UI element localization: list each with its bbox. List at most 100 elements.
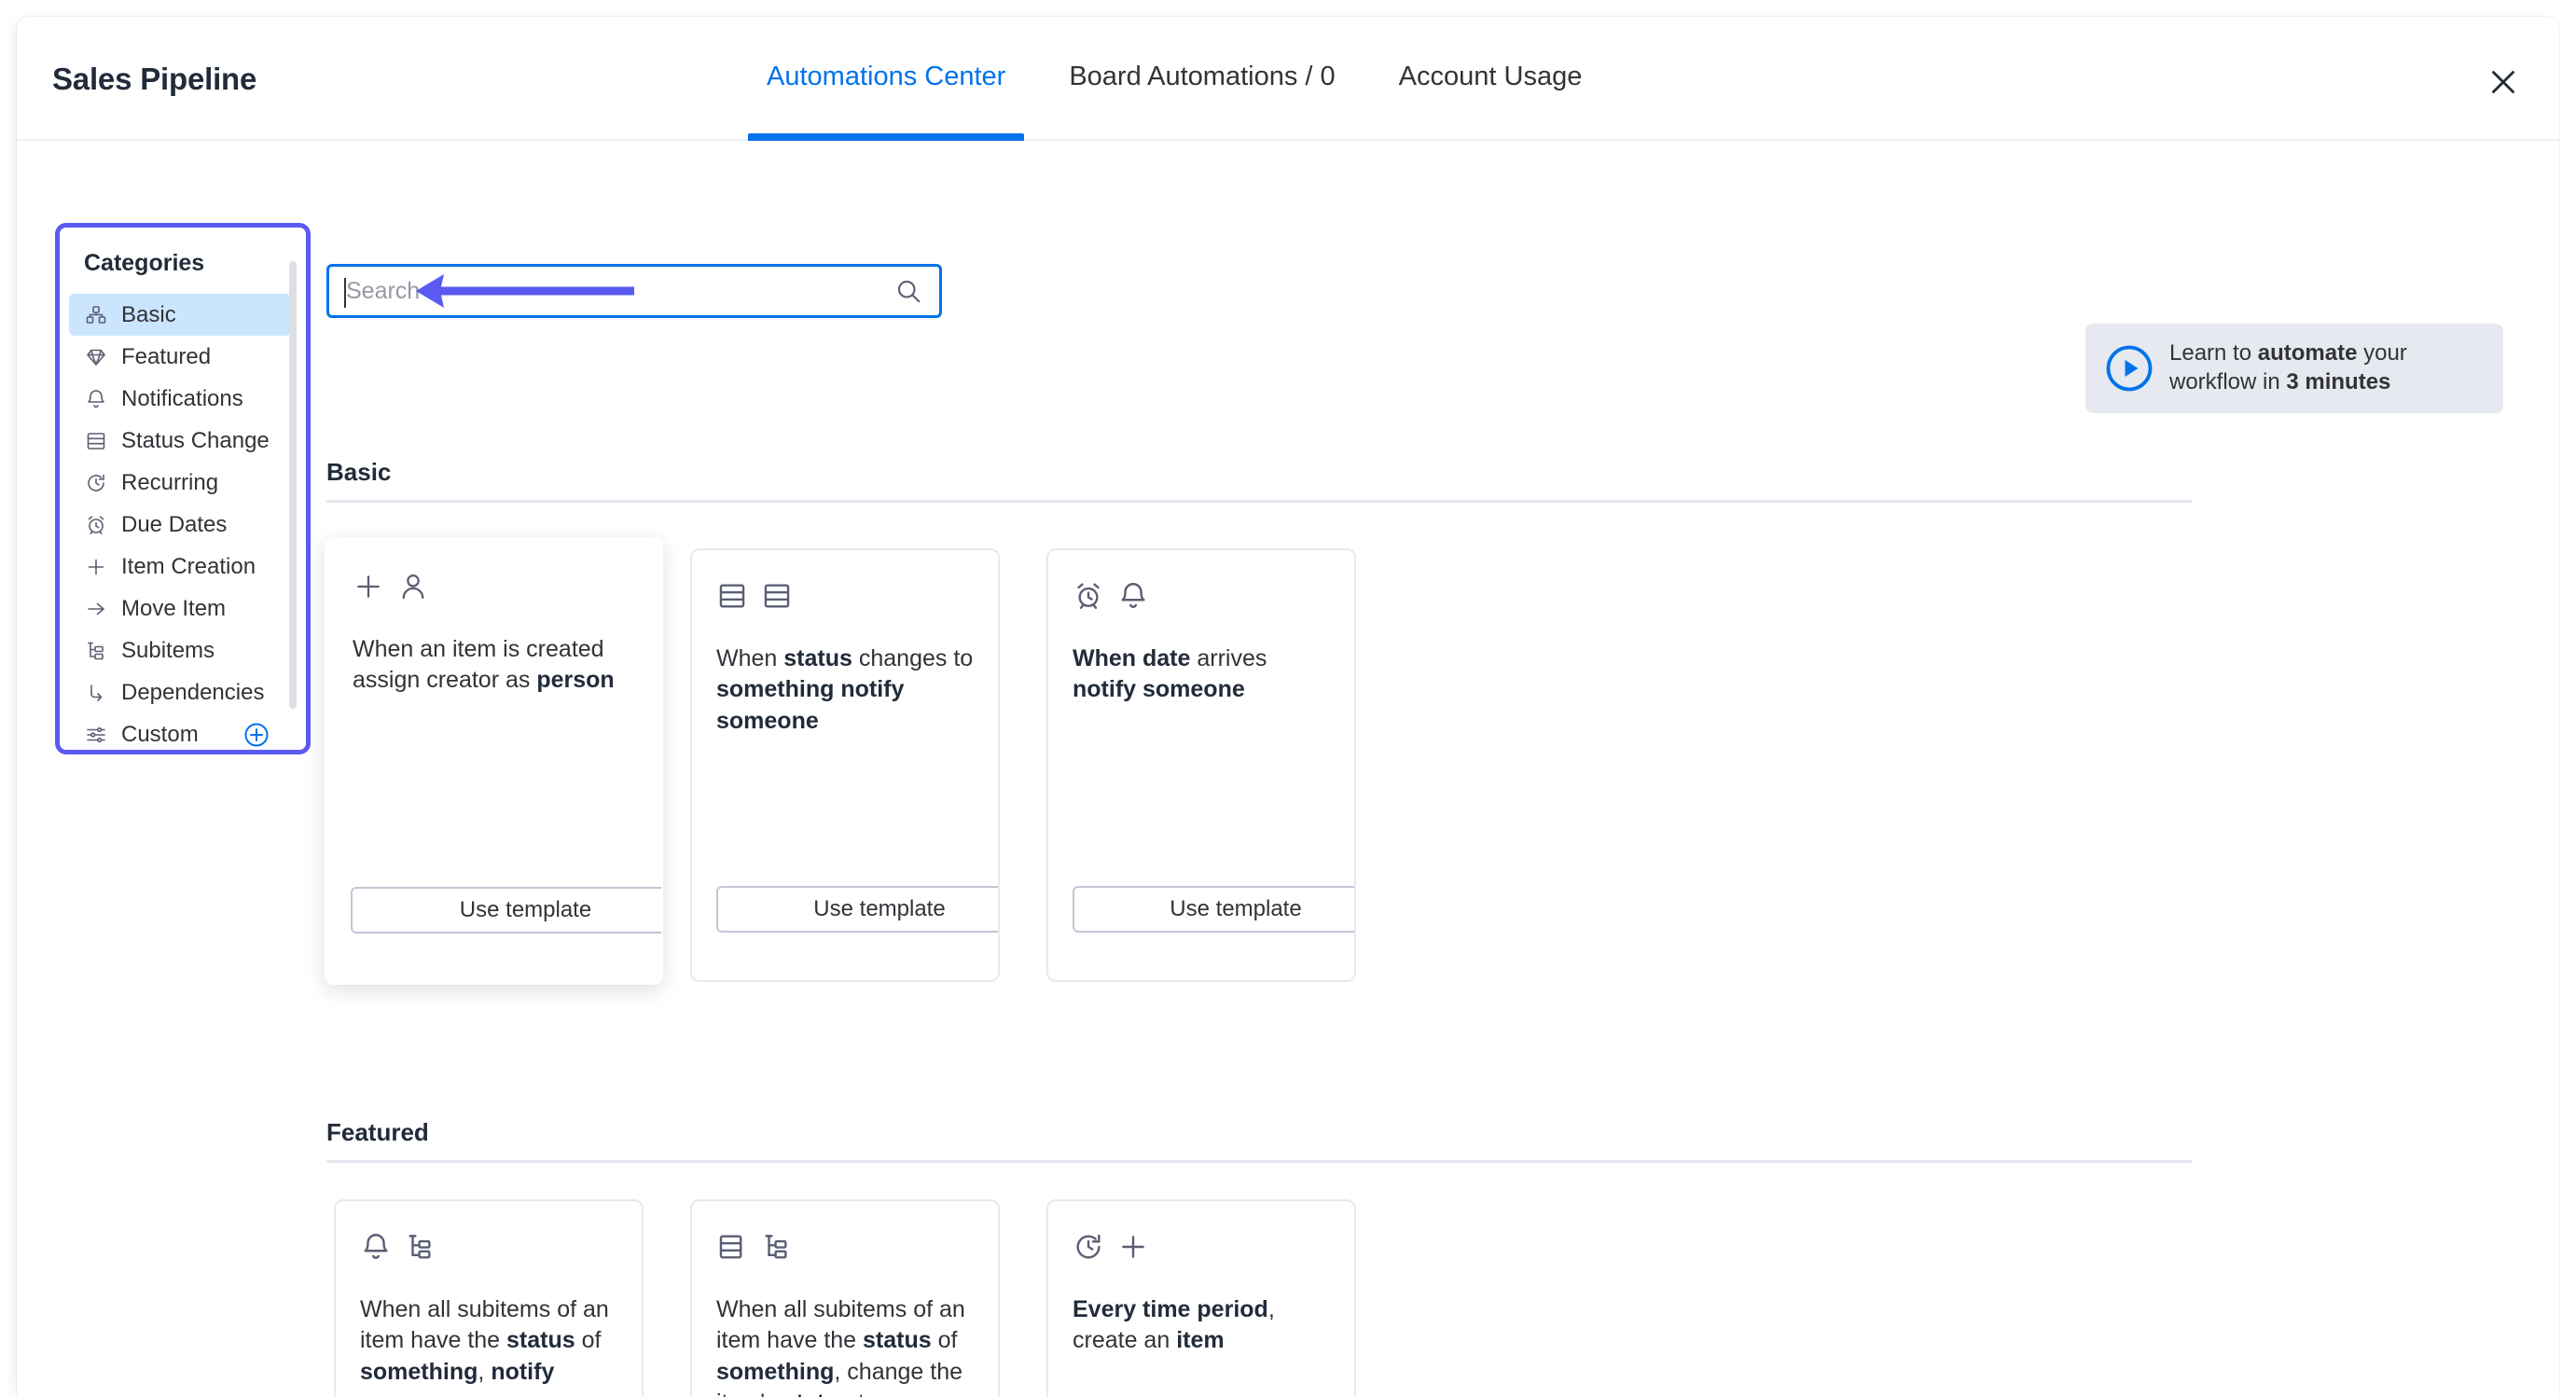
recurring-clock-icon <box>1073 1231 1104 1263</box>
tab-account-usage[interactable]: Account Usage <box>1367 17 1614 141</box>
bell-icon <box>82 385 110 413</box>
automation-template-card[interactable]: When all subitems of an item have the st… <box>334 1199 644 1397</box>
card-text: When date arrives notify someone <box>1073 643 1330 706</box>
sidebar-scrollbar[interactable] <box>289 261 297 709</box>
tab-label: Board Automations / 0 <box>1069 62 1335 91</box>
section-divider <box>326 500 2192 503</box>
sidebar-item-label: Due Dates <box>121 512 227 538</box>
card-text-part: Every time period <box>1073 1296 1268 1322</box>
use-template-button[interactable]: Use template <box>716 886 1000 933</box>
tab-label: Account Usage <box>1399 62 1583 91</box>
sidebar-item-recurring[interactable]: Recurring <box>69 462 291 504</box>
sidebar-item-custom[interactable]: Custom <box>69 713 291 754</box>
sidebar-item-label: Notifications <box>121 386 243 412</box>
sidebar-item-label: Basic <box>121 302 176 328</box>
search-input[interactable]: Search <box>326 264 942 318</box>
card-text-part: status <box>782 1390 852 1397</box>
alarm-clock-icon <box>1073 580 1104 612</box>
section-title-basic: Basic <box>326 458 391 487</box>
use-template-button[interactable]: Use template <box>351 887 663 934</box>
automation-template-card[interactable]: Every time period, create an item <box>1046 1199 1356 1397</box>
sidebar-item-label: Status Change <box>121 428 270 454</box>
card-text: When all subitems of an item have the st… <box>360 1294 617 1397</box>
card-icons <box>1073 576 1330 616</box>
search-icon[interactable] <box>894 277 922 305</box>
sidebar-item-label: Dependencies <box>121 680 264 706</box>
card-icons <box>353 567 635 606</box>
bell-icon <box>1117 580 1149 612</box>
automations-center-modal: Sales Pipeline Automations Center Board … <box>17 17 2559 1397</box>
card-text: When all subitems of an item have the st… <box>716 1294 974 1397</box>
sidebar-item-subitems[interactable]: Subitems <box>69 629 291 671</box>
diamond-icon <box>82 343 110 371</box>
card-text-part: notify someone <box>1073 676 1245 702</box>
tab-label: Automations Center <box>767 62 1005 91</box>
sidebar-item-notifications[interactable]: Notifications <box>69 378 291 420</box>
automation-template-card[interactable]: When date arrives notify someone Use tem… <box>1046 548 1356 982</box>
sidebar-item-status-change[interactable]: Status Change <box>69 420 291 462</box>
alarm-clock-icon <box>82 511 110 539</box>
page-title: Sales Pipeline <box>52 62 256 97</box>
tab-bar: Automations Center Board Automations / 0… <box>735 17 1613 141</box>
status-rows-icon <box>716 580 748 612</box>
card-text-part: of <box>575 1327 602 1353</box>
use-template-button[interactable]: Use template <box>1073 886 1356 933</box>
sidebar-item-label: Custom <box>121 722 199 748</box>
card-text: Every time period, create an item <box>1073 1294 1330 1357</box>
dependency-arrow-icon <box>82 679 110 707</box>
subitems-icon <box>761 1231 793 1263</box>
card-text-part: of <box>932 1327 958 1353</box>
bell-icon <box>360 1231 392 1263</box>
card-text-part: changes to <box>852 645 973 671</box>
subitems-icon <box>405 1231 436 1263</box>
card-text: When status changes to something notify … <box>716 643 974 737</box>
tab-board-automations[interactable]: Board Automations / 0 <box>1037 17 1366 141</box>
status-rows-icon <box>761 580 793 612</box>
card-text-part: When <box>716 645 783 671</box>
automation-template-card[interactable]: When all subitems of an item have the st… <box>690 1199 1000 1397</box>
recurring-clock-icon <box>82 469 110 497</box>
sidebar-item-due-dates[interactable]: Due Dates <box>69 504 291 546</box>
plus-icon <box>1117 1231 1149 1263</box>
promo-line1-bold: automate <box>2258 340 2358 366</box>
modal-body: Categories Basic <box>17 141 2559 1397</box>
automation-template-card[interactable]: When an item is created assign creator a… <box>325 537 663 985</box>
card-text-part: When date <box>1073 645 1190 671</box>
sidebar-item-item-creation[interactable]: Item Creation <box>69 546 291 588</box>
sidebar-item-move-item[interactable]: Move Item <box>69 588 291 629</box>
sidebar-item-label: Featured <box>121 344 211 370</box>
card-text-part: status <box>783 645 852 671</box>
tab-automations-center[interactable]: Automations Center <box>735 17 1037 141</box>
automation-template-card[interactable]: When status changes to something notify … <box>690 548 1000 982</box>
sidebar-item-label: Move Item <box>121 596 226 622</box>
sidebar-item-featured[interactable]: Featured <box>69 336 291 378</box>
search-placeholder: Search <box>346 278 420 305</box>
person-icon <box>397 571 429 602</box>
categories-sidebar: Categories Basic <box>55 223 311 754</box>
close-icon <box>2486 65 2520 99</box>
status-rows-icon <box>82 427 110 455</box>
close-button[interactable] <box>2483 62 2524 103</box>
arrow-right-icon <box>82 595 110 623</box>
card-text-part: status <box>863 1327 932 1353</box>
sidebar-item-label: Item Creation <box>121 554 256 580</box>
plus-circle-icon[interactable] <box>242 721 270 749</box>
subitems-icon <box>82 637 110 665</box>
card-icons <box>1073 1227 1330 1266</box>
card-text-part: , <box>478 1359 491 1385</box>
sidebar-item-label: Recurring <box>121 470 218 496</box>
sidebar-item-label: Subitems <box>121 638 215 664</box>
promo-line1-prefix: Learn to <box>2169 340 2258 366</box>
section-title-featured: Featured <box>326 1118 429 1147</box>
modal-header: Sales Pipeline Automations Center Board … <box>17 17 2559 141</box>
main-content: Search <box>326 141 2559 1397</box>
grid-icon <box>82 301 110 329</box>
play-circle-icon <box>2104 343 2154 394</box>
sidebar-item-dependencies[interactable]: Dependencies <box>69 671 291 713</box>
sidebar-item-basic[interactable]: Basic <box>69 294 291 336</box>
card-text-part: status <box>506 1327 575 1353</box>
learn-to-automate-banner[interactable]: Learn to automate your workflow in 3 min… <box>2085 324 2503 413</box>
sliders-icon <box>82 721 110 749</box>
card-icons <box>360 1227 617 1266</box>
card-text-part: to <box>852 1390 878 1397</box>
